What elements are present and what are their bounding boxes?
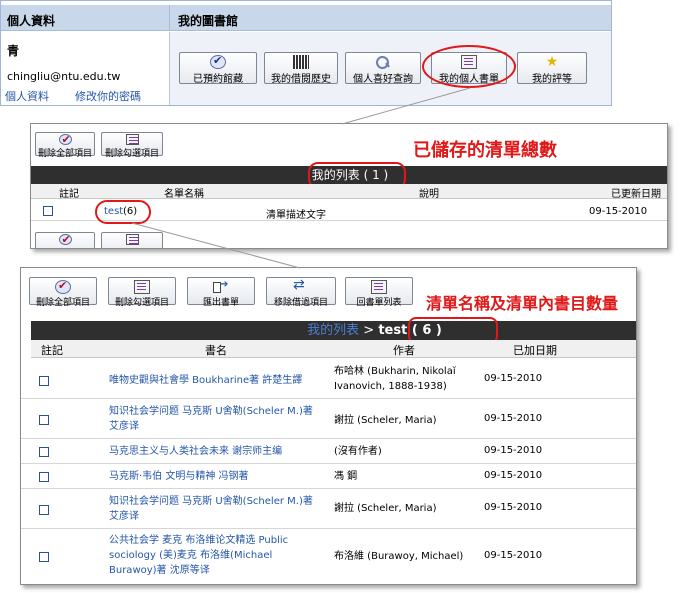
check-circle-icon bbox=[210, 54, 226, 69]
library-header: 我的圖書館 bbox=[169, 5, 611, 31]
delete-all-button-bottom[interactable] bbox=[35, 232, 95, 248]
delete-selected-label: 刪除勾選項目 bbox=[104, 149, 159, 159]
note-col-header: 註記 bbox=[59, 189, 79, 200]
list-icon bbox=[125, 134, 139, 145]
book-author: (沒有作者) bbox=[334, 446, 382, 457]
change-password-link[interactable]: 修改你的密碼 bbox=[75, 88, 141, 104]
highlight-ring bbox=[422, 45, 516, 88]
book-title-link[interactable]: 马克思主义与人类社会未来 谢宗师主编 bbox=[109, 444, 329, 459]
book-added-date: 09-15-2010 bbox=[484, 413, 543, 424]
book-added-date: 09-15-2010 bbox=[484, 470, 543, 481]
list-icon bbox=[134, 280, 150, 294]
list-updated-date: 09-15-2010 bbox=[589, 206, 648, 217]
saved-lists-annotation: 已儲存的清單總數 bbox=[413, 140, 557, 161]
delete-selected-button[interactable]: 刪除勾選項目 bbox=[101, 132, 163, 159]
desc-col-header: 說明 bbox=[419, 189, 439, 200]
borrow-history-label: 我的借閱歷史 bbox=[271, 74, 331, 85]
book-author: 謝拉 (Scheler, Maria) bbox=[334, 415, 437, 426]
my-lists-panel: 刪除全部項目 刪除勾選項目 已儲存的清單總數 我的列表 ( 1 ) 註記 名單名… bbox=[30, 123, 668, 249]
my-library-panel: 個人資料 我的圖書館 青 chingliu@ntu.edu.tw 個人資料 修改… bbox=[0, 0, 612, 106]
delete-all-items-label: 刪除全部項目 bbox=[35, 298, 90, 308]
list-name-highlight-ring bbox=[95, 200, 151, 224]
row-checkbox[interactable] bbox=[43, 206, 53, 216]
profile-section: 青 chingliu@ntu.edu.tw 個人資料 修改你的密碼 bbox=[1, 32, 169, 105]
added-col-header: 已加日期 bbox=[513, 344, 557, 357]
book-title-link[interactable]: 知识社会学问题 马克斯 U舍勒(Scheler M.)著 艾彦译 bbox=[109, 404, 319, 434]
delete-selected-items-button[interactable]: 刪除勾選項目 bbox=[108, 277, 176, 308]
row-checkbox[interactable] bbox=[39, 472, 49, 482]
export-list-button[interactable]: 匯出書單 bbox=[187, 277, 255, 308]
remove-borrowed-label: 移除借過項目 bbox=[273, 298, 328, 308]
export-list-label: 匯出書單 bbox=[202, 298, 239, 308]
reserved-items-button[interactable]: 已預約館藏 bbox=[179, 52, 257, 85]
profile-link[interactable]: 個人資料 bbox=[5, 88, 49, 104]
book-author: 馮 鋼 bbox=[334, 471, 358, 482]
row-checkbox[interactable] bbox=[39, 415, 49, 425]
preference-search-button[interactable]: 個人喜好查詢 bbox=[345, 52, 421, 85]
user-email: chingliu@ntu.edu.tw bbox=[7, 70, 121, 83]
delete-check-icon bbox=[58, 133, 72, 146]
library-header-label: 我的圖書館 bbox=[178, 14, 239, 28]
export-icon bbox=[213, 279, 229, 294]
items-table-header: 註記 書名 作者 已加日期 bbox=[31, 340, 636, 358]
book-added-date: 09-15-2010 bbox=[484, 373, 543, 384]
breadcrumb-bar: 我的列表 > test ( 6 ) bbox=[31, 321, 636, 340]
book-author: 布哈林 (Bukharin, Nikolaĭ Ivanovich, 1888-1… bbox=[334, 366, 456, 392]
delete-check-icon bbox=[58, 233, 72, 246]
table-row: 知识社会学问题 马克斯 U舍勒(Scheler M.)著 艾彦译 謝拉 (Sch… bbox=[21, 400, 636, 439]
list-table-header: 註記 名單名稱 說明 已更新日期 bbox=[31, 184, 667, 200]
book-author: 布洛維 (Burawoy, Michael) bbox=[334, 551, 464, 562]
user-name: 青 bbox=[7, 44, 20, 58]
back-to-lists-button[interactable]: 回書單列表 bbox=[345, 277, 413, 308]
list-icon bbox=[371, 280, 387, 294]
book-title-link[interactable]: 知识社会学问题 马克斯 U舍勒(Scheler M.)著 艾彦译 bbox=[109, 494, 319, 524]
row-checkbox[interactable] bbox=[39, 447, 49, 457]
row-checkbox[interactable] bbox=[39, 552, 49, 562]
name-col-header: 名單名稱 bbox=[164, 189, 204, 200]
breadcrumb-separator: > bbox=[359, 323, 379, 338]
book-added-date: 09-15-2010 bbox=[484, 445, 543, 456]
book-title-link[interactable]: 唯物史觀與社會學 Boukharine著 許楚生譯 bbox=[109, 373, 319, 388]
my-ratings-label: 我的評等 bbox=[532, 74, 572, 85]
book-title-link[interactable]: 马克斯·韦伯 文明与精神 冯钢著 bbox=[109, 469, 319, 484]
table-row: 唯物史觀與社會學 Boukharine著 許楚生譯 布哈林 (Bukharin,… bbox=[21, 360, 636, 399]
delete-all-label: 刪除全部項目 bbox=[37, 149, 92, 159]
book-title-link[interactable]: 公共社会学 麦克 布洛维论文精选 Public sociology (美)麦克 … bbox=[109, 533, 319, 578]
preference-search-label: 個人喜好查詢 bbox=[353, 74, 413, 85]
table-row: 马克斯·韦伯 文明与精神 冯钢著 馮 鋼 09-15-2010 bbox=[21, 465, 636, 489]
note-col-header: 註記 bbox=[41, 344, 63, 357]
delete-all-items-button[interactable]: 刪除全部項目 bbox=[29, 277, 97, 308]
delete-selected-items-label: 刪除勾選項目 bbox=[114, 298, 169, 308]
borrow-history-button[interactable]: 我的借閱歷史 bbox=[264, 52, 338, 85]
table-row: 公共社会学 麦克 布洛维论文精选 Public sociology (美)麦克 … bbox=[21, 530, 636, 584]
author-col-header: 作者 bbox=[393, 344, 415, 357]
move-arrows-icon bbox=[293, 277, 309, 294]
book-author: 謝拉 (Scheler, Maria) bbox=[334, 503, 437, 514]
books-icon bbox=[293, 55, 309, 69]
row-checkbox[interactable] bbox=[39, 505, 49, 515]
row-checkbox[interactable] bbox=[39, 376, 49, 386]
updated-col-header: 已更新日期 bbox=[611, 189, 661, 200]
book-added-date: 09-15-2010 bbox=[484, 550, 543, 561]
delete-all-button[interactable]: 刪除全部項目 bbox=[35, 132, 95, 159]
profile-header-label: 個人資料 bbox=[7, 14, 56, 28]
profile-header: 個人資料 bbox=[1, 5, 169, 31]
remove-borrowed-button[interactable]: 移除借過項目 bbox=[266, 277, 336, 308]
list-icon bbox=[125, 234, 139, 245]
magnifier-icon bbox=[375, 55, 391, 69]
delete-selected-button-bottom[interactable] bbox=[101, 232, 163, 248]
back-to-lists-label: 回書單列表 bbox=[356, 298, 402, 308]
book-added-date: 09-15-2010 bbox=[484, 502, 543, 513]
list-name-annotation: 清單名稱及清單內書目數量 bbox=[426, 294, 619, 313]
breadcrumb-my-lists-link[interactable]: 我的列表 bbox=[307, 323, 359, 338]
table-row: 马克思主义与人类社会未来 谢宗师主编 (沒有作者) 09-15-2010 bbox=[21, 440, 636, 464]
star-icon: ★ bbox=[545, 54, 559, 70]
delete-check-icon bbox=[55, 279, 71, 294]
list-description: 清單描述文字 bbox=[266, 210, 326, 221]
title-col-header: 書名 bbox=[205, 344, 227, 357]
list-detail-panel: 刪除全部項目 刪除勾選項目 匯出書單 移除借過項目 回書單列表 清單名稱及清單內… bbox=[20, 267, 637, 585]
my-ratings-button[interactable]: ★ 我的評等 bbox=[517, 52, 587, 85]
reserved-items-label: 已預約館藏 bbox=[193, 74, 243, 85]
table-row: 知识社会学问题 马克斯 U舍勒(Scheler M.)著 艾彦译 謝拉 (Sch… bbox=[21, 490, 636, 529]
